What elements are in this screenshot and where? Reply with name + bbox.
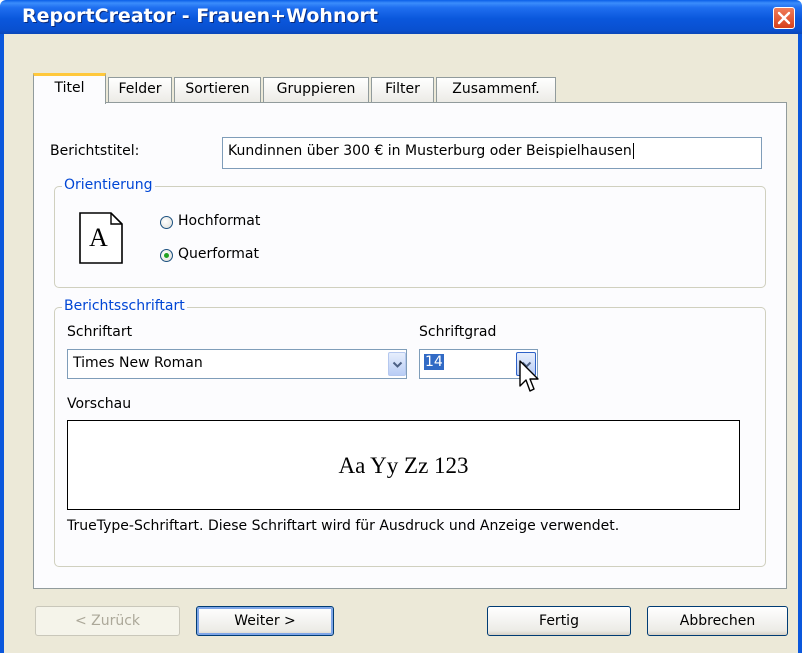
font-size-label: Schriftgrad [419, 324, 497, 340]
font-preview-text: Aa Yy Zz 123 [338, 453, 469, 478]
tab-titel[interactable]: Titel [33, 73, 106, 104]
tab-label: Titel [54, 80, 85, 96]
font-family-value: Times New Roman [73, 355, 203, 371]
report-creator-window: ReportCreator - Frauen+Wohnort Titel Fel… [0, 0, 802, 653]
tab-label: Felder [118, 81, 162, 97]
finish-button[interactable]: Fertig [487, 606, 631, 636]
tab-label: Sortieren [185, 81, 250, 97]
back-button[interactable]: < Zurück [35, 606, 180, 636]
report-title-input[interactable]: Kundinnen über 300 € in Musterburg oder … [222, 137, 762, 169]
report-title-label: Berichtstitel: [50, 143, 140, 159]
window-title: ReportCreator - Frauen+Wohnort [22, 5, 378, 27]
font-family-dropdown-button[interactable] [388, 352, 406, 376]
portrait-label[interactable]: Hochformat [178, 213, 260, 229]
window-frame-right [798, 34, 802, 653]
landscape-radio[interactable] [160, 249, 173, 262]
cancel-button[interactable]: Abbrechen [647, 606, 788, 636]
chevron-down-icon [392, 361, 403, 368]
orientation-groupbox [54, 186, 766, 288]
tab-zusammenfassung[interactable]: Zusammenf. [436, 77, 556, 102]
page-orientation-letter: A [89, 223, 108, 252]
report-title-value: Kundinnen über 300 € in Musterburg oder … [228, 143, 632, 159]
title-bar[interactable]: ReportCreator - Frauen+Wohnort [0, 0, 802, 34]
font-family-label: Schriftart [67, 324, 133, 340]
tab-gruppieren[interactable]: Gruppieren [263, 77, 369, 102]
mouse-pointer-icon [519, 360, 539, 392]
text-cursor [632, 143, 634, 159]
radio-selected-dot [164, 253, 169, 258]
next-button[interactable]: Weiter > [196, 606, 334, 636]
tab-label: Gruppieren [276, 81, 356, 97]
portrait-radio[interactable] [160, 216, 173, 229]
tab-label: Zusammenf. [452, 81, 540, 97]
font-preview-box: Aa Yy Zz 123 [67, 420, 740, 510]
preview-label: Vorschau [67, 396, 132, 412]
close-button[interactable] [773, 7, 795, 29]
tab-sortieren[interactable]: Sortieren [174, 77, 261, 102]
close-icon [777, 11, 791, 25]
tab-label: Filter [385, 81, 420, 97]
font-legend: Berichtsschriftart [62, 298, 187, 314]
tab-felder[interactable]: Felder [108, 77, 172, 102]
orientation-legend: Orientierung [62, 177, 155, 193]
font-description: TrueType-Schriftart. Diese Schriftart wi… [67, 518, 620, 534]
tab-filter[interactable]: Filter [371, 77, 434, 102]
font-size-value: 14 [424, 354, 444, 370]
landscape-label[interactable]: Querformat [178, 246, 259, 262]
font-family-combobox[interactable]: Times New Roman [67, 349, 407, 379]
